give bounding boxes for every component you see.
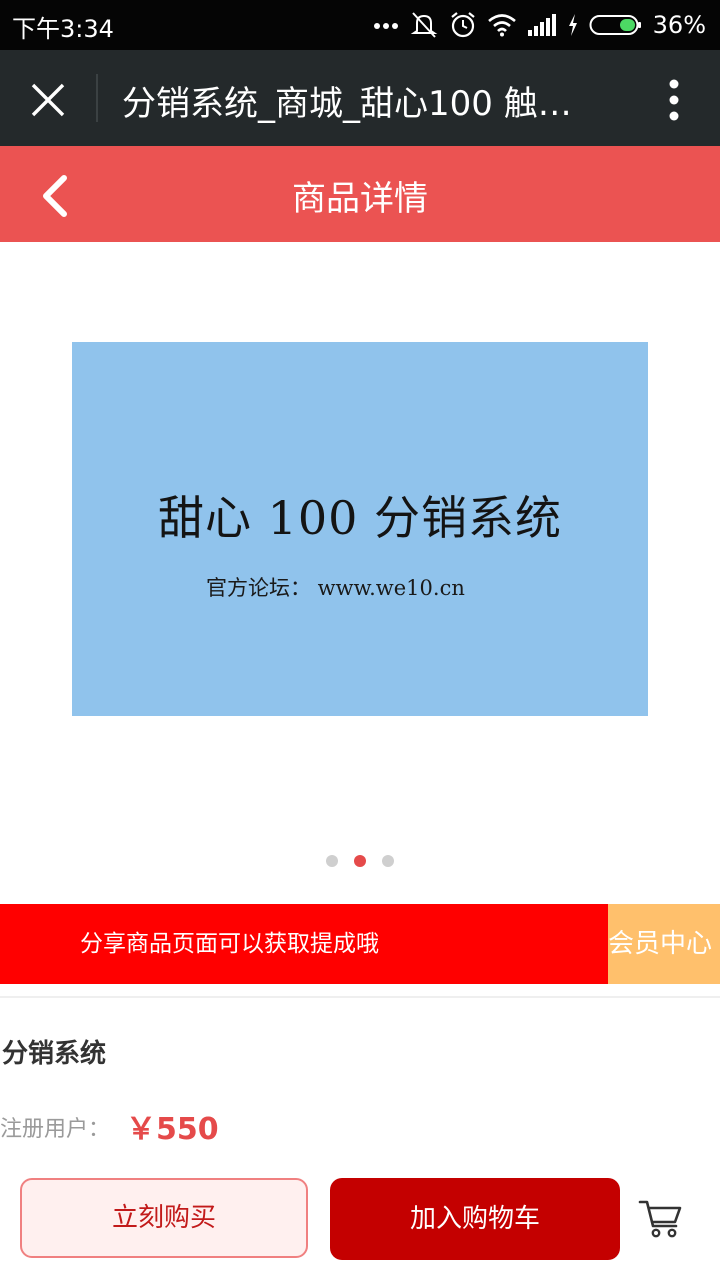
charging-icon bbox=[567, 13, 579, 37]
browser-title: 分销系统_商城_甜心100 触… bbox=[122, 84, 572, 124]
close-icon[interactable] bbox=[28, 80, 68, 120]
status-time: 下午3:34 bbox=[12, 15, 114, 43]
signal-icon bbox=[527, 13, 557, 37]
banner-sub-text: 官方论坛： www.we10.cn bbox=[206, 576, 465, 600]
more-vertical-icon[interactable] bbox=[668, 78, 680, 122]
price-value: ￥550 bbox=[126, 1112, 219, 1147]
carousel-dot-active[interactable] bbox=[354, 855, 366, 867]
share-notice-text: 分享商品页面可以获取提成哦 bbox=[80, 931, 379, 957]
member-center-button[interactable]: 会员中心 bbox=[608, 904, 720, 984]
page-title: 商品详情 bbox=[292, 179, 428, 219]
alarm-icon bbox=[449, 11, 477, 39]
status-icons: 36% bbox=[373, 6, 706, 44]
more-dots-icon bbox=[373, 20, 399, 30]
divider bbox=[0, 996, 720, 998]
shopping-cart-icon[interactable] bbox=[638, 1198, 684, 1240]
product-name: 分销系统 bbox=[2, 1039, 107, 1069]
carousel-dot[interactable] bbox=[382, 855, 394, 867]
share-notice: 分享商品页面可以获取提成哦 bbox=[0, 904, 608, 984]
banner-main-text: 甜心 100 分销系统 bbox=[157, 491, 563, 545]
buy-now-button[interactable]: 立刻购买 bbox=[20, 1178, 308, 1258]
carousel-dot[interactable] bbox=[326, 855, 338, 867]
promo-bar: 分享商品页面可以获取提成哦 会员中心 bbox=[0, 904, 720, 984]
price-label: 注册用户： bbox=[0, 1117, 111, 1142]
carousel-indicator bbox=[0, 855, 720, 869]
browser-bar-divider bbox=[96, 74, 98, 122]
page-header: 商品详情 bbox=[0, 146, 720, 242]
status-bar: 下午3:34 36% bbox=[0, 0, 720, 50]
browser-bar: 分销系统_商城_甜心100 触… bbox=[0, 50, 720, 146]
battery-icon bbox=[589, 13, 643, 37]
product-banner-image[interactable]: 甜心 100 分销系统 官方论坛： www.we10.cn bbox=[72, 342, 648, 716]
add-to-cart-button[interactable]: 加入购物车 bbox=[330, 1178, 620, 1260]
silent-icon bbox=[409, 11, 439, 39]
battery-percent: 36% bbox=[652, 11, 706, 39]
wifi-icon bbox=[487, 13, 517, 37]
